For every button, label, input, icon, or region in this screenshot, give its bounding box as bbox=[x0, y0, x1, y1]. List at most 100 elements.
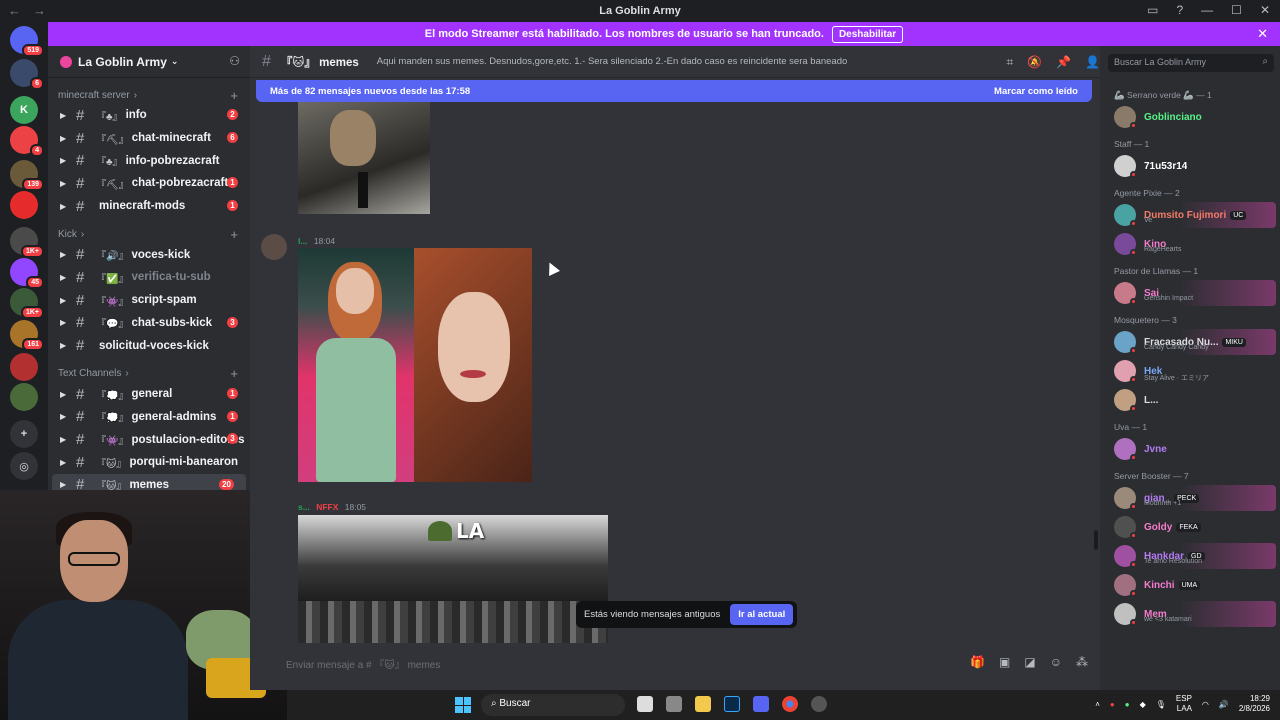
server-icon[interactable]: 4 bbox=[10, 126, 44, 157]
member-item[interactable]: gian_ PECK Modrinth +1 bbox=[1114, 485, 1276, 511]
server-icon[interactable] bbox=[10, 383, 38, 411]
server-icon[interactable]: 45 bbox=[10, 258, 44, 289]
meme-image-1[interactable] bbox=[298, 102, 430, 214]
gif-icon[interactable]: ▣ bbox=[999, 655, 1010, 669]
server-icon[interactable] bbox=[10, 191, 38, 219]
threads-icon[interactable]: ⌗ bbox=[1006, 55, 1013, 70]
chevron-up-icon[interactable]: ˄ bbox=[1095, 700, 1100, 709]
channel-info-pobrezacraft[interactable]: ▶ # 『♣』 info-pobrezacraft bbox=[48, 149, 250, 172]
pin-icon[interactable]: 📌 bbox=[1056, 55, 1071, 70]
member-name: Dumsito Fujimori bbox=[1144, 209, 1227, 221]
close-icon[interactable]: ✕ bbox=[1257, 26, 1268, 42]
server-icon[interactable]: K bbox=[10, 96, 38, 124]
channel-label: solicitud-voces-kick bbox=[99, 339, 209, 352]
channel-general-admins[interactable]: ▶ # 『💭』 general-admins 1 bbox=[48, 406, 250, 429]
member-item[interactable]: Fracasado Nu... MIKU Candy Candy Candy bbox=[1114, 329, 1276, 355]
notifications-muted-icon[interactable]: 🔕 bbox=[1027, 55, 1042, 70]
server-icon[interactable]: 1K+ bbox=[10, 227, 44, 258]
member-item[interactable]: 71u53r14 bbox=[1114, 153, 1276, 179]
member-item[interactable]: Hankdar GD Te amo Resolution bbox=[1114, 543, 1276, 569]
channel-minecraft-mods[interactable]: ▶ # minecraft-mods 1 bbox=[48, 195, 250, 218]
channel-porqui-mi-banearon[interactable]: ▶ # 『🐱』 porqui-mi-banearon bbox=[48, 451, 250, 474]
sticker-icon[interactable]: ◪ bbox=[1024, 655, 1035, 669]
taskbar-search[interactable]: ⌕ Buscar bbox=[481, 694, 625, 716]
channel-verifica-tu-sub[interactable]: ▶ # 『✅』 verifica-tu-sub bbox=[48, 266, 250, 289]
channel-category[interactable]: Text Channels › + bbox=[48, 365, 250, 383]
apps-icon[interactable]: ⁂ bbox=[1076, 655, 1088, 669]
minimize-button[interactable]: — bbox=[1201, 3, 1213, 17]
member-item[interactable]: Goblinciano bbox=[1114, 104, 1276, 130]
message-author[interactable]: s... bbox=[298, 502, 310, 512]
inbox-icon[interactable]: ▭ bbox=[1147, 3, 1158, 17]
discover-icon[interactable]: ◎ bbox=[10, 452, 38, 480]
add-server-icon[interactable]: + bbox=[10, 420, 38, 448]
close-window-button[interactable]: ✕ bbox=[1260, 3, 1270, 17]
new-messages-bar[interactable]: Más de 82 mensajes nuevos desde las 17:5… bbox=[256, 80, 1092, 102]
member-tag: UMA bbox=[1178, 580, 1201, 590]
wifi-icon[interactable]: ◠ bbox=[1202, 700, 1209, 709]
shield-icon[interactable]: ◆ bbox=[1140, 700, 1146, 709]
server-header[interactable]: La Goblin Army ⌄ ⚇ bbox=[48, 46, 250, 78]
channel-category[interactable]: Kick › + bbox=[48, 225, 250, 243]
jump-to-present-button[interactable]: Ir al actual bbox=[730, 604, 794, 625]
member-item[interactable]: Hek Stay Alive · エミリア bbox=[1114, 358, 1276, 384]
member-item[interactable]: Mem we <3 katamari bbox=[1114, 601, 1276, 627]
channel-voces-kick[interactable]: ▶ # 『🔊』 voces-kick bbox=[48, 243, 250, 266]
member-item[interactable]: Goldy FEKA bbox=[1114, 514, 1276, 540]
server-icon[interactable]: 1K+ bbox=[10, 288, 44, 319]
server-icon[interactable] bbox=[10, 353, 38, 381]
server-icon[interactable]: 6 bbox=[10, 59, 44, 90]
app-icon[interactable] bbox=[811, 696, 827, 712]
gift-icon[interactable]: 🎁 bbox=[970, 655, 985, 669]
windows-start-icon[interactable] bbox=[455, 697, 471, 713]
language-indicator[interactable]: ESP LAA bbox=[1176, 694, 1192, 714]
add-channel-icon[interactable]: + bbox=[230, 88, 238, 103]
chrome-icon[interactable] bbox=[782, 696, 798, 712]
channel-chat-minecraft[interactable]: ▶ # 『⛏』 chat-minecraft 6 bbox=[48, 127, 250, 150]
discord-icon[interactable] bbox=[753, 696, 769, 712]
member-item[interactable]: Kino RageHearts bbox=[1114, 231, 1276, 257]
add-member-icon[interactable]: ⚇ bbox=[229, 54, 240, 68]
channel-solicitud-voces-kick[interactable]: ▶ # solicitud-voces-kick bbox=[48, 334, 250, 357]
message-author[interactable]: l... bbox=[298, 236, 307, 246]
mark-read-button[interactable]: Marcar como leído bbox=[994, 86, 1078, 97]
server-icon[interactable]: 161 bbox=[10, 320, 44, 351]
channel-chat-pobrezacraft[interactable]: ▶ # 『⛏』 chat-pobrezacraft 1 bbox=[48, 172, 250, 195]
clock[interactable]: 18:29 2/8/2026 bbox=[1239, 694, 1270, 714]
tray-app-icon[interactable]: ● bbox=[1125, 700, 1130, 709]
members-icon[interactable]: 👤 bbox=[1085, 55, 1100, 70]
app-icon[interactable] bbox=[666, 696, 682, 712]
server-icon[interactable]: 519 bbox=[10, 26, 44, 57]
photoshop-icon[interactable] bbox=[724, 696, 740, 712]
meme-image-3[interactable]: LA bbox=[298, 515, 608, 643]
channel-category[interactable]: minecraft server › + bbox=[48, 86, 250, 104]
member-item[interactable]: L... bbox=[1114, 387, 1276, 413]
avatar[interactable] bbox=[261, 234, 287, 260]
search-input[interactable]: Buscar La Goblin Army ⌕ bbox=[1108, 54, 1274, 72]
meme-image-2[interactable] bbox=[298, 248, 532, 482]
member-item[interactable]: Sai Genshin Impact bbox=[1114, 280, 1276, 306]
maximize-button[interactable]: ☐ bbox=[1231, 3, 1242, 17]
member-item[interactable]: Jvne bbox=[1114, 436, 1276, 462]
task-view-icon[interactable] bbox=[637, 696, 653, 712]
channel-script-spam[interactable]: ▶ # 『👾』 script-spam bbox=[48, 289, 250, 312]
channel-chat-subs-kick[interactable]: ▶ # 『💬』 chat-subs-kick 3 bbox=[48, 312, 250, 335]
file-explorer-icon[interactable] bbox=[695, 696, 711, 712]
scrollbar[interactable] bbox=[1094, 530, 1098, 550]
emoji-icon[interactable]: ☺ bbox=[1050, 655, 1062, 669]
channel-topic[interactable]: Aqui manden sus memes. Desnudos,gore,etc… bbox=[377, 56, 848, 67]
channel-info[interactable]: ▶ # 『♣』 info 2 bbox=[48, 104, 250, 127]
composer-placeholder[interactable]: Enviar mensaje a # 『🐱』 memes bbox=[286, 656, 440, 671]
mic-icon[interactable]: 🎙 bbox=[1156, 700, 1166, 709]
disable-streamer-button[interactable]: Deshabilitar bbox=[831, 25, 904, 43]
add-channel-icon[interactable]: + bbox=[230, 366, 238, 381]
help-icon[interactable]: ? bbox=[1176, 3, 1183, 17]
add-channel-icon[interactable]: + bbox=[230, 227, 238, 242]
server-icon[interactable]: 139 bbox=[10, 160, 44, 191]
channel-postulacion-editores[interactable]: ▶ # 『👾』 postulacion-editores 3 bbox=[48, 428, 250, 451]
volume-icon[interactable]: 🔊 bbox=[1219, 700, 1229, 709]
tray-app-icon[interactable]: ● bbox=[1110, 700, 1115, 709]
channel-general[interactable]: ▶ # 『💭』 general 1 bbox=[48, 383, 250, 406]
member-item[interactable]: Dumsito Fujimori UC Ve bbox=[1114, 202, 1276, 228]
member-item[interactable]: Kinchi UMA bbox=[1114, 572, 1276, 598]
